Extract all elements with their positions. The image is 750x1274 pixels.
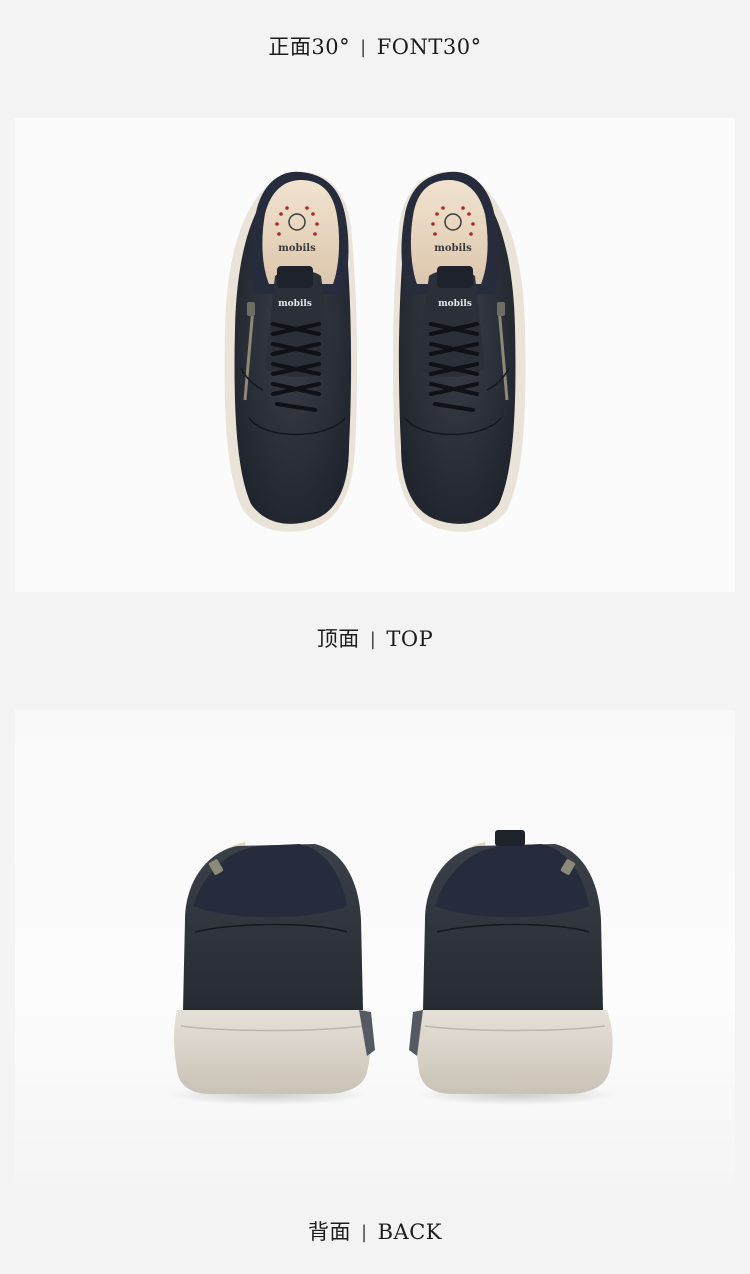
- caption-front-en: FONT30°: [376, 35, 482, 59]
- left-shoe: mobils mobils: [224, 171, 358, 532]
- caption-back: 背面 | BACK: [0, 1217, 750, 1248]
- caption-front-zh: 正面30°: [268, 35, 351, 59]
- right-insole-brand: mobils: [434, 243, 472, 254]
- caption-front-separator: |: [360, 37, 367, 58]
- caption-back-zh: 背面: [308, 1220, 352, 1244]
- right-tongue-brand: mobils: [438, 299, 472, 309]
- left-tongue-brand: mobils: [278, 299, 312, 309]
- caption-top-zh: 顶面: [316, 627, 360, 651]
- product-image-top-view: mobils mobils mobils mobils: [15, 118, 735, 592]
- caption-front: 正面30° | FONT30°: [0, 32, 750, 63]
- left-shoe-back: [174, 842, 375, 1094]
- caption-top-separator: |: [369, 629, 377, 650]
- right-shoe: mobils mobils: [392, 171, 526, 532]
- left-insole-brand: mobils: [278, 243, 316, 254]
- shoes-back-illustration: [167, 830, 617, 1105]
- right-shoe-back: [409, 830, 613, 1094]
- caption-top-en: TOP: [386, 627, 434, 651]
- shoes-top-illustration: mobils mobils mobils mobils: [224, 171, 526, 532]
- caption-top: 顶面 | TOP: [0, 624, 750, 655]
- caption-back-en: BACK: [377, 1220, 442, 1244]
- caption-back-separator: |: [361, 1222, 368, 1243]
- product-image-back-view: [15, 710, 735, 1184]
